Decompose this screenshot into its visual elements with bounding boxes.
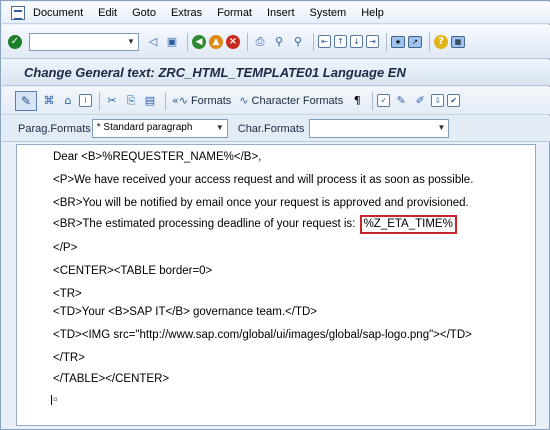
enter-icon[interactable]: ✓	[8, 34, 22, 49]
text-cursor: ¤	[51, 395, 58, 405]
editor-line[interactable]: </TR>	[53, 352, 85, 364]
editor-line[interactable]: </P>	[53, 242, 77, 254]
text-editor[interactable]: Dear <B>%REQUESTER_NAME%</B>, <P>We have…	[16, 144, 536, 426]
import-icon[interactable]: ⇩	[431, 94, 445, 107]
title-bar: Change General text: ZRC_HTML_TEMPLATE01…	[2, 60, 550, 86]
editor-line[interactable]: <CENTER><TABLE border=0>	[53, 265, 212, 277]
menu-format[interactable]: Format	[217, 7, 252, 19]
shortcut-icon[interactable]: ↗	[408, 35, 422, 48]
chevron-down-icon[interactable]: ▼	[124, 34, 138, 50]
edit-icon[interactable]: ✐	[412, 93, 428, 109]
editor-line[interactable]: </TABLE></CENTER>	[53, 373, 169, 385]
page-title: Change General text: ZRC_HTML_TEMPLATE01…	[24, 65, 406, 80]
menu-system[interactable]: System	[310, 7, 347, 19]
character-formats-label: Character Formats	[251, 94, 344, 107]
previous-page-icon[interactable]: ↑	[334, 35, 347, 48]
character-formats-button[interactable]: ∿ Character Formats	[239, 94, 343, 107]
editor-line[interactable]: <TD>Your <B>SAP IT</B> governance team.<…	[53, 306, 317, 318]
lock-icon[interactable]: ⌂	[60, 93, 76, 109]
info-icon[interactable]: i	[79, 94, 92, 107]
paste-icon[interactable]: ▤	[142, 93, 158, 109]
menu-extras[interactable]: Extras	[171, 7, 202, 19]
editor-line[interactable]: <BR>The estimated processing deadline of…	[53, 215, 457, 234]
paragraph-format-select[interactable]: * Standard paragraph ▼	[91, 119, 228, 138]
editor-line[interactable]: <TR>	[53, 288, 82, 300]
highlighted-variable[interactable]: %Z_ETA_TIME%	[359, 215, 457, 234]
toolbar-separator	[165, 91, 166, 110]
toolbar-separator	[313, 32, 314, 51]
editor-line[interactable]: <TD><IMG src="http://www.sap.com/global/…	[53, 329, 472, 341]
menu-help[interactable]: Help	[361, 7, 384, 19]
menu-goto[interactable]: Goto	[132, 7, 156, 19]
export-icon[interactable]: ✔	[447, 94, 461, 107]
sap-window: Document Edit Goto Extras Format Insert …	[0, 0, 550, 430]
command-field[interactable]: ▼	[29, 32, 139, 51]
paragraph-format-value: * Standard paragraph	[96, 122, 193, 133]
chevron-down-icon[interactable]: ▼	[437, 123, 445, 132]
character-formats-icon: ∿	[239, 94, 249, 107]
paragraph-formats-label: Parag.Formats	[18, 122, 91, 135]
pencil-icon[interactable]: ✎	[393, 93, 409, 109]
editor-line[interactable]: Dear <B>%REQUESTER_NAME%</B>,	[53, 151, 261, 163]
sap-menu-icon[interactable]	[11, 5, 25, 20]
format-row: Parag.Formats * Standard paragraph ▼ Cha…	[2, 116, 550, 142]
menu-edit[interactable]: Edit	[98, 7, 117, 19]
editor-line[interactable]: <BR>You will be notified by email once y…	[53, 197, 469, 209]
next-page-icon[interactable]: ↓	[350, 35, 363, 48]
formats-label: Formats	[190, 94, 232, 107]
character-format-select[interactable]: ▼	[309, 119, 450, 138]
find-icon[interactable]: ⚲	[271, 34, 287, 50]
cancel-icon[interactable]: ×	[226, 34, 240, 49]
application-toolbar: ✎ ⌘ ⌂ i ✂ ⎘ ▤ «∿ Formats ∿ Character For…	[2, 87, 550, 115]
toolbar-separator	[429, 32, 430, 51]
check-icon[interactable]: ✓	[377, 94, 391, 107]
layout-menu-icon[interactable]: ▦	[451, 35, 465, 48]
chevron-down-icon[interactable]: ▼	[216, 123, 224, 132]
toolbar-separator	[372, 91, 374, 110]
paragraph-icon[interactable]: ¶	[349, 93, 365, 109]
formats-icon: «∿	[172, 94, 188, 107]
toolbar-separator	[187, 32, 188, 51]
toolbar-separator	[99, 91, 100, 110]
toolbar-separator	[386, 32, 387, 51]
copy-icon[interactable]: ⎘	[123, 93, 139, 109]
display-change-button[interactable]: ✎	[15, 90, 37, 111]
menu-bar: Document Edit Goto Extras Format Insert …	[2, 2, 550, 24]
exit-icon[interactable]: ▲	[209, 34, 223, 49]
help-icon[interactable]: ?	[434, 34, 448, 49]
last-page-icon[interactable]: ⇥	[366, 35, 379, 48]
find-next-icon[interactable]: ⚲	[290, 34, 306, 50]
editor-line-text: <BR>The estimated processing deadline of…	[53, 218, 359, 230]
editor-line[interactable]: <P>We have received your access request …	[53, 174, 473, 186]
toolbar-separator	[247, 32, 248, 51]
first-page-icon[interactable]: ⇤	[318, 35, 331, 48]
expand-icon[interactable]: ◁	[145, 34, 161, 50]
menu-document[interactable]: Document	[33, 7, 83, 19]
save-icon[interactable]: ▣	[164, 34, 180, 50]
menu-insert[interactable]: Insert	[267, 7, 295, 19]
formats-button[interactable]: «∿ Formats	[172, 94, 231, 107]
cut-icon[interactable]: ✂	[104, 93, 120, 109]
insert-icon[interactable]: ⌘	[41, 93, 57, 109]
create-session-icon[interactable]: ★	[391, 35, 405, 48]
print-icon[interactable]: ⎙	[252, 34, 268, 50]
character-formats-row-label: Char.Formats	[237, 122, 305, 135]
standard-toolbar: ✓ ▼ ◁ ▣ ◀ ▲ × ⎙ ⚲ ⚲ ⇤ ↑ ↓ ⇥ ★ ↗ ? ▦	[2, 25, 550, 59]
back-icon[interactable]: ◀	[192, 34, 206, 49]
